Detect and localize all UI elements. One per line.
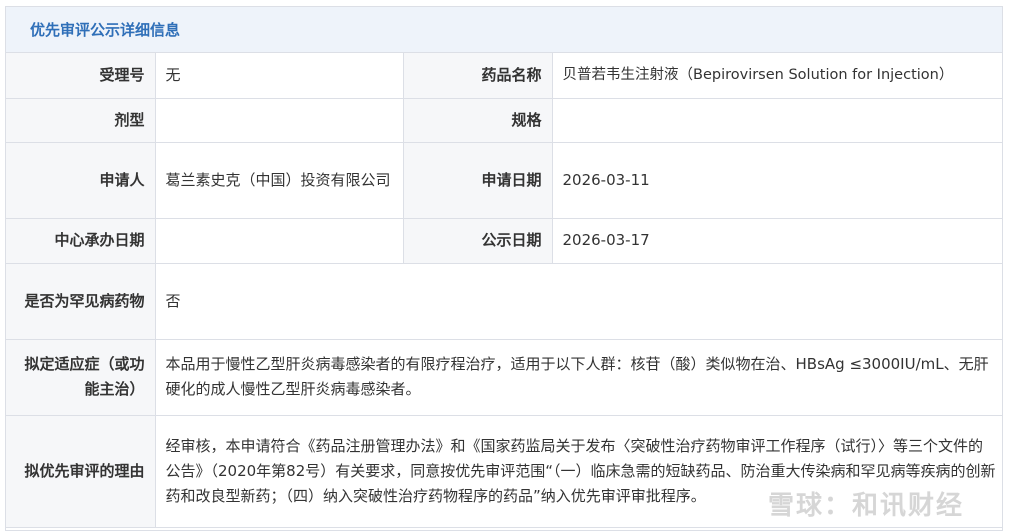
application-date-label: 申请日期 — [402, 141, 553, 219]
publicity-date-label: 公示日期 — [402, 217, 553, 264]
acceptance-no-value: 无 — [154, 53, 404, 99]
rare-disease-label: 是否为罕见病药物 — [6, 262, 156, 340]
dosage-form-value — [154, 97, 404, 143]
priority-review-panel: 优先审评公示详细信息 受理号 无 药品名称 贝普若韦生注射液（Bepirovir… — [5, 6, 1003, 531]
table-row: 剂型 规格 — [6, 97, 1002, 143]
table-row: 申请人 葛兰素史克（中国）投资有限公司 申请日期 2026-03-11 — [6, 141, 1002, 219]
applicant-value: 葛兰素史克（中国）投资有限公司 — [154, 141, 404, 219]
table-row: 受理号 无 药品名称 贝普若韦生注射液（Bepirovirsen Solutio… — [6, 53, 1002, 99]
application-date-value: 2026-03-11 — [551, 141, 1002, 219]
indication-value: 本品用于慢性乙型肝炎病毒感染者的有限疗程治疗，适用于以下人群：核苷（酸）类似物在… — [154, 338, 1002, 416]
dosage-form-label: 剂型 — [6, 97, 156, 143]
acceptance-no-label: 受理号 — [6, 53, 156, 99]
center-date-value — [154, 217, 404, 264]
table-row: 是否为罕见病药物 否 — [6, 262, 1002, 340]
table-row: 拟定适应症（或功能主治） 本品用于慢性乙型肝炎病毒感染者的有限疗程治疗，适用于以… — [6, 338, 1002, 416]
drug-name-label: 药品名称 — [402, 53, 553, 99]
panel-title: 优先审评公示详细信息 — [6, 7, 1002, 53]
indication-label: 拟定适应症（或功能主治） — [6, 338, 156, 416]
table-row: 中心承办日期 公示日期 2026-03-17 — [6, 217, 1002, 264]
priority-reason-label: 拟优先审评的理由 — [6, 414, 156, 528]
drug-name-value: 贝普若韦生注射液（Bepirovirsen Solution for Injec… — [551, 53, 1002, 99]
rare-disease-value: 否 — [154, 262, 1002, 340]
specification-label: 规格 — [402, 97, 553, 143]
specification-value — [551, 97, 1002, 143]
table-row: 拟优先审评的理由 经审核，本申请符合《药品注册管理办法》和《国家药监局关于发布〈… — [6, 414, 1002, 528]
center-date-label: 中心承办日期 — [6, 217, 156, 264]
priority-reason-value: 经审核，本申请符合《药品注册管理办法》和《国家药监局关于发布〈突破性治疗药物审评… — [154, 414, 1002, 528]
applicant-label: 申请人 — [6, 141, 156, 219]
publicity-date-value: 2026-03-17 — [551, 217, 1002, 264]
detail-table: 受理号 无 药品名称 贝普若韦生注射液（Bepirovirsen Solutio… — [6, 53, 1002, 528]
